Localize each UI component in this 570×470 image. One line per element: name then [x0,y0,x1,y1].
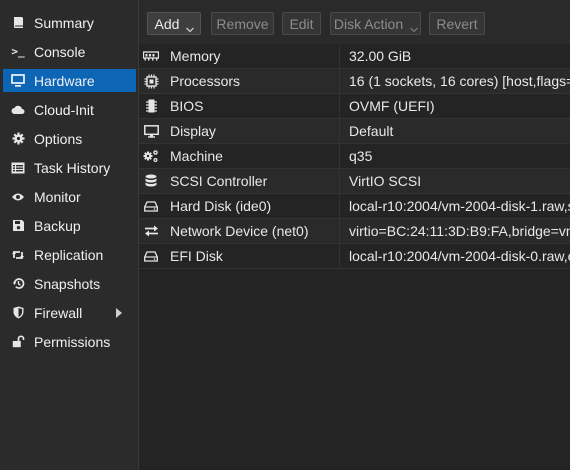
cloud-icon [11,103,25,117]
row-value: 16 (1 sockets, 16 cores) [host,flags=+p [349,73,570,89]
table-row[interactable]: BIOS OVMF (UEFI) [139,94,570,119]
chevron-down-icon [186,20,195,33]
edit-button-label: Edit [289,15,314,32]
row-value: VirtIO SCSI [349,173,422,189]
hardware-panel: Add Remove Edit Disk Action Revert Memor… [139,0,570,470]
gear-icon [11,132,25,146]
table-row[interactable]: Hard Disk (ide0) local-r10:2004/vm-2004-… [139,194,570,219]
sidebar-item-label: Firewall [34,304,83,321]
sidebar-item-monitor[interactable]: Monitor [3,185,136,208]
sidebar-item-label: Cloud-Init [34,101,94,118]
row-name: Display [170,123,216,139]
chevron-down-icon [410,20,419,33]
sidebar: Summary >_ Console Hardware Cloud-Init O… [0,0,139,470]
disk-action-button-label: Disk Action [333,15,404,32]
floppy-icon [11,219,25,233]
row-name: Network Device (net0) [170,223,309,239]
cpu-icon [143,73,159,89]
table-row[interactable]: Machine q35 [139,144,570,169]
sidebar-item-label: Options [34,130,83,147]
sidebar-item-backup[interactable]: Backup [3,214,136,237]
sidebar-item-replication[interactable]: Replication [3,243,136,266]
submenu-arrow-icon[interactable] [116,308,122,318]
table-row[interactable]: EFI Disk local-r10:2004/vm-2004-disk-0.r… [139,244,570,269]
desktop-icon [143,123,159,139]
hdd-icon [143,198,159,214]
row-value: local-r10:2004/vm-2004-disk-1.raw,size [349,198,570,214]
shield-icon [11,306,25,320]
remove-button-label: Remove [216,15,269,32]
row-name: BIOS [170,98,204,114]
microchip-icon [143,98,159,114]
disk-action-button[interactable]: Disk Action [330,12,421,35]
unlock-icon [11,335,25,349]
row-value: local-r10:2004/vm-2004-disk-0.raw,efit [349,248,570,264]
revert-button-label: Revert [436,15,478,32]
sidebar-item-label: Backup [34,217,81,234]
sidebar-item-label: Replication [34,246,104,263]
table-row[interactable]: Processors 16 (1 sockets, 16 cores) [hos… [139,69,570,94]
row-name: SCSI Controller [170,173,268,189]
memory-icon [143,48,159,64]
exchange-icon [143,223,159,239]
sidebar-item-permissions[interactable]: Permissions [3,330,136,353]
row-name: Machine [170,148,223,164]
edit-button[interactable]: Edit [282,12,321,35]
sidebar-item-label: Summary [34,14,94,31]
row-name: Hard Disk (ide0) [170,198,272,214]
sidebar-item-label: Task History [34,159,111,176]
list-icon [11,161,25,175]
row-name: Processors [170,73,241,89]
table-row[interactable]: Display Default [139,119,570,144]
sidebar-item-label: Monitor [34,188,81,205]
retweet-icon [11,248,25,262]
sidebar-item-cloud-init[interactable]: Cloud-Init [3,98,136,121]
database-icon [143,173,159,189]
sidebar-item-label: Snapshots [34,275,101,292]
sidebar-item-label: Console [34,43,86,60]
monitor-icon [11,74,25,88]
book-icon [11,16,25,30]
table-row[interactable]: SCSI Controller VirtIO SCSI [139,169,570,194]
add-button[interactable]: Add [147,12,201,35]
sidebar-item-label: Hardware [34,72,95,89]
sidebar-item-hardware[interactable]: Hardware [3,69,136,92]
row-value: virtio=BC:24:11:3D:B9:FA,bridge=vmbr [349,223,570,239]
sidebar-item-summary[interactable]: Summary [3,11,136,34]
revert-button[interactable]: Revert [429,12,485,35]
sidebar-item-options[interactable]: Options [3,127,136,150]
sidebar-item-task-history[interactable]: Task History [3,156,136,179]
terminal-icon: >_ [11,45,25,58]
hdd-icon [143,248,159,264]
history-icon [11,277,25,291]
table-row[interactable]: Network Device (net0) virtio=BC:24:11:3D… [139,219,570,244]
row-value: OVMF (UEFI) [349,98,435,114]
eye-icon [11,190,25,204]
row-value: 32.00 GiB [349,48,412,64]
table-row[interactable]: Memory 32.00 GiB [139,44,570,69]
add-button-label: Add [154,15,180,32]
remove-button[interactable]: Remove [211,12,274,35]
row-name: Memory [170,48,221,64]
sidebar-item-label: Permissions [34,333,111,350]
row-value: q35 [349,148,373,164]
sidebar-item-console[interactable]: >_ Console [3,40,136,63]
column-divider [339,44,340,269]
sidebar-item-snapshots[interactable]: Snapshots [3,272,136,295]
row-value: Default [349,123,394,139]
row-name: EFI Disk [170,248,223,264]
sidebar-item-firewall[interactable]: Firewall [3,301,136,324]
cogs-icon [143,148,159,164]
toolbar: Add Remove Edit Disk Action Revert [139,0,570,44]
